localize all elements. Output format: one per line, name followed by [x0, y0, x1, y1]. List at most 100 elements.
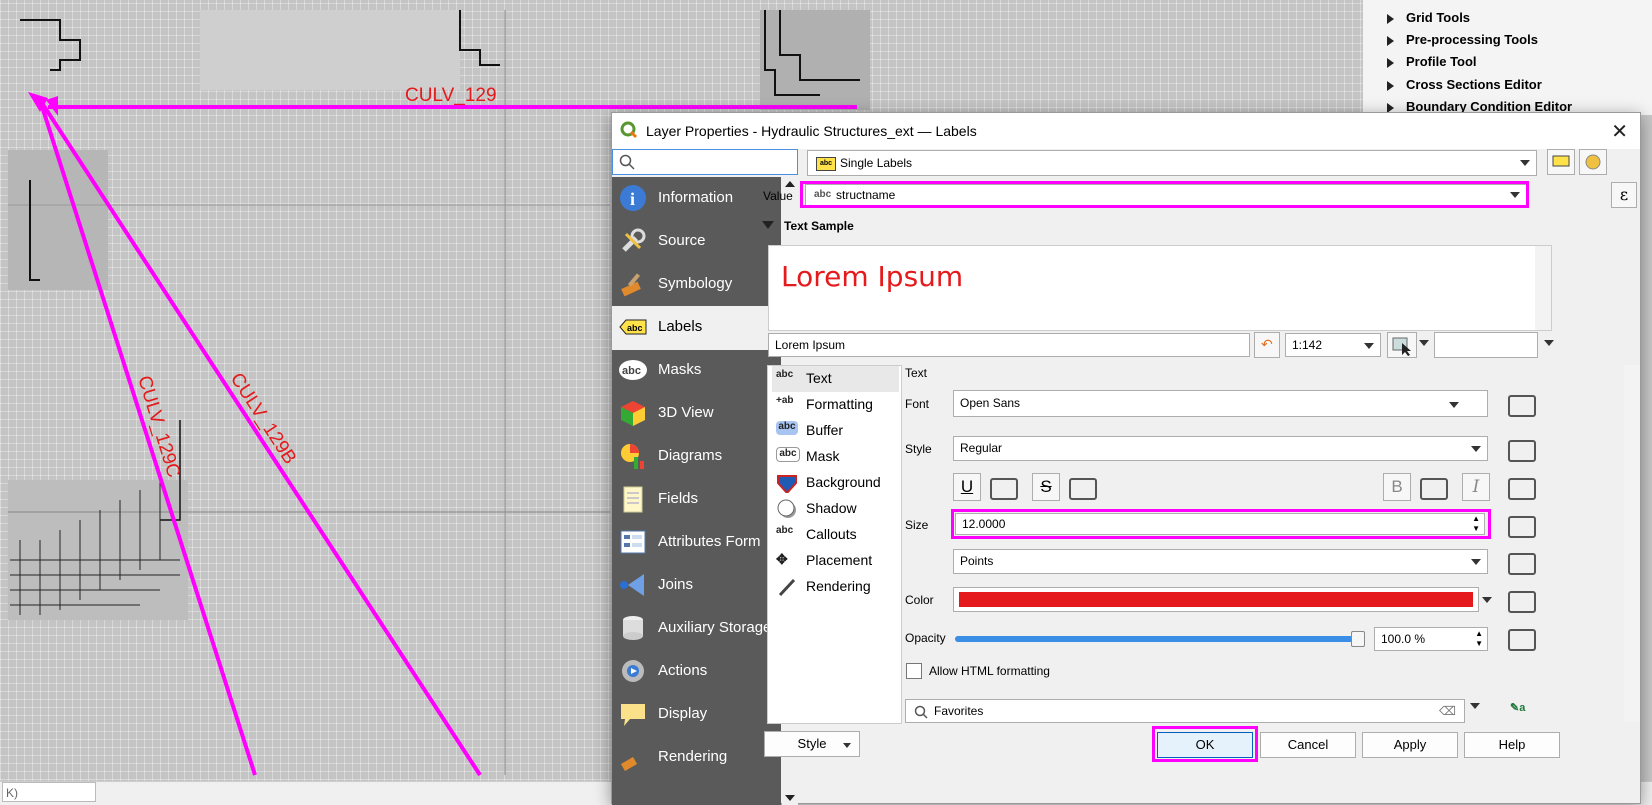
font-select[interactable]: Open Sans: [953, 390, 1488, 417]
settings-scrollbar[interactable]: [1624, 365, 1640, 722]
toolbox-item-profile-tool[interactable]: Profile Tool: [1387, 54, 1477, 69]
chevron-down-icon[interactable]: [1470, 703, 1480, 709]
style-select[interactable]: Regular: [953, 436, 1488, 461]
paint-icon[interactable]: ✎a: [1510, 701, 1530, 719]
opacity-spinbox[interactable]: 100.0 % ▲ ▼: [1374, 627, 1488, 651]
mask-icon: abc: [776, 447, 800, 462]
placement-icon: ✥: [776, 551, 788, 567]
size-highlight: [951, 509, 1491, 539]
color-label: Color: [905, 593, 934, 607]
preview-scrollbar[interactable]: [1535, 246, 1551, 330]
data-defined-strikeout-icon[interactable]: [1069, 478, 1097, 500]
nav-item-symbology[interactable]: Symbology: [612, 263, 781, 307]
background-color-button[interactable]: [1434, 332, 1538, 358]
label-tool-icon: [1552, 155, 1570, 167]
nav-item-rendering[interactable]: Rendering: [612, 736, 781, 780]
subtab-text[interactable]: abc Text: [772, 366, 899, 392]
expand-icon: [1387, 13, 1394, 24]
data-defined-italic-icon[interactable]: [1508, 478, 1536, 500]
nav-item-source[interactable]: Source: [612, 220, 781, 264]
chevron-down-icon: [843, 743, 851, 748]
expression-button[interactable]: ε: [1611, 182, 1637, 208]
label-mode-select[interactable]: abc Single Labels: [807, 150, 1537, 176]
cancel-button[interactable]: Cancel: [1260, 732, 1356, 758]
chevron-down-icon[interactable]: [1419, 340, 1429, 346]
nav-item-display[interactable]: Display: [612, 693, 781, 737]
settings-button[interactable]: [1579, 149, 1607, 175]
data-defined-opacity-icon[interactable]: [1508, 629, 1536, 651]
label-subtabs-list: abc Text +ab Formatting abc Buffer abc Mask …: [767, 365, 902, 724]
reset-sample-button[interactable]: ↶: [1254, 332, 1280, 358]
toolbox-item-cross-sections[interactable]: Cross Sections Editor: [1387, 77, 1542, 92]
strikeout-icon: S: [1040, 477, 1052, 496]
scale-select[interactable]: 1:142: [1285, 333, 1381, 357]
map-label-culv-129b: CULV_129B: [226, 369, 300, 468]
color-button[interactable]: [953, 587, 1479, 612]
gear-icon: [1585, 154, 1601, 170]
nav-item-information[interactable]: i Information: [612, 177, 781, 221]
nav-item-attributes-form[interactable]: Attributes Form: [612, 521, 781, 565]
shadow-icon: [777, 499, 796, 518]
fields-icon: [623, 486, 643, 513]
help-button[interactable]: Help: [1464, 732, 1560, 758]
underline-button[interactable]: U: [953, 473, 981, 501]
toolbox-item-preprocessing[interactable]: Pre-processing Tools: [1387, 32, 1538, 47]
search-icon: [619, 154, 635, 170]
nav-item-diagrams[interactable]: Diagrams: [612, 435, 781, 479]
style-label: Style: [905, 442, 932, 456]
data-defined-font-icon[interactable]: [1508, 395, 1536, 417]
opacity-slider-handle[interactable]: [1351, 631, 1365, 647]
data-defined-style-icon[interactable]: [1508, 440, 1536, 462]
pick-scale-button[interactable]: [1387, 332, 1417, 358]
masks-icon: abc: [619, 360, 647, 380]
nav-item-3d-view[interactable]: 3D View: [612, 392, 781, 436]
data-defined-color-icon[interactable]: [1508, 591, 1536, 613]
apply-button[interactable]: Apply: [1362, 732, 1458, 758]
nav-item-masks[interactable]: abc Masks: [612, 349, 781, 393]
toolbox-item-grid-tools[interactable]: Grid Tools: [1387, 10, 1470, 25]
data-defined-bold-icon[interactable]: [1420, 478, 1448, 500]
underline-icon: U: [960, 477, 974, 496]
close-icon[interactable]: ✕: [1611, 119, 1628, 144]
section-title: Text: [905, 366, 928, 380]
nav-item-auxiliary-storage[interactable]: Auxiliary Storage: [612, 607, 781, 651]
nav-item-joins[interactable]: Joins: [612, 564, 781, 608]
opacity-label: Opacity: [905, 631, 946, 645]
data-defined-unit-icon[interactable]: [1508, 553, 1536, 575]
svg-text:abc: abc: [622, 365, 641, 377]
nav-item-fields[interactable]: Fields: [612, 478, 781, 522]
chevron-down-icon: [1364, 343, 1374, 349]
italic-button[interactable]: I: [1462, 473, 1490, 501]
spin-arrows-icon[interactable]: ▲ ▼: [1475, 629, 1483, 649]
chevron-down-icon[interactable]: [1544, 340, 1554, 346]
size-unit-select[interactable]: Points: [953, 549, 1488, 574]
chevron-down-icon: [1471, 446, 1481, 452]
favorites-search-input[interactable]: Favorites ⌫: [905, 699, 1465, 723]
data-defined-size-icon[interactable]: [1508, 516, 1536, 538]
collapse-icon[interactable]: [762, 221, 774, 229]
nav-item-labels[interactable]: abc Labels: [612, 306, 781, 350]
sample-text-input[interactable]: Lorem Ipsum: [768, 333, 1250, 357]
labels-icon: abc: [816, 157, 836, 171]
text-sample-header: Text Sample: [784, 219, 854, 233]
ok-highlight: [1152, 726, 1258, 762]
map-label-culv-129c: CULV_129C: [133, 373, 184, 480]
opacity-slider[interactable]: [955, 631, 1365, 647]
allow-html-checkbox[interactable]: [906, 663, 922, 679]
nav-search-input[interactable]: [612, 149, 798, 175]
style-menu-button[interactable]: Style: [764, 731, 860, 757]
wrench-icon: [622, 228, 646, 252]
svg-text:abc: abc: [627, 323, 643, 333]
data-defined-underline-icon[interactable]: [990, 478, 1018, 500]
locator-search-input[interactable]: K): [2, 782, 96, 802]
color-swatch: [959, 592, 1473, 607]
nav-item-actions[interactable]: Actions: [612, 650, 781, 694]
chevron-down-icon[interactable]: [1482, 597, 1492, 603]
chevron-down-icon: [1449, 402, 1459, 408]
chevron-down-icon: [1520, 160, 1530, 166]
strikeout-button[interactable]: S: [1032, 473, 1060, 501]
rule-tool-button[interactable]: [1547, 149, 1575, 175]
map-label-culv-129: CULV_129: [405, 85, 497, 106]
bold-button[interactable]: B: [1383, 473, 1411, 501]
clear-icon[interactable]: ⌫: [1439, 700, 1456, 722]
